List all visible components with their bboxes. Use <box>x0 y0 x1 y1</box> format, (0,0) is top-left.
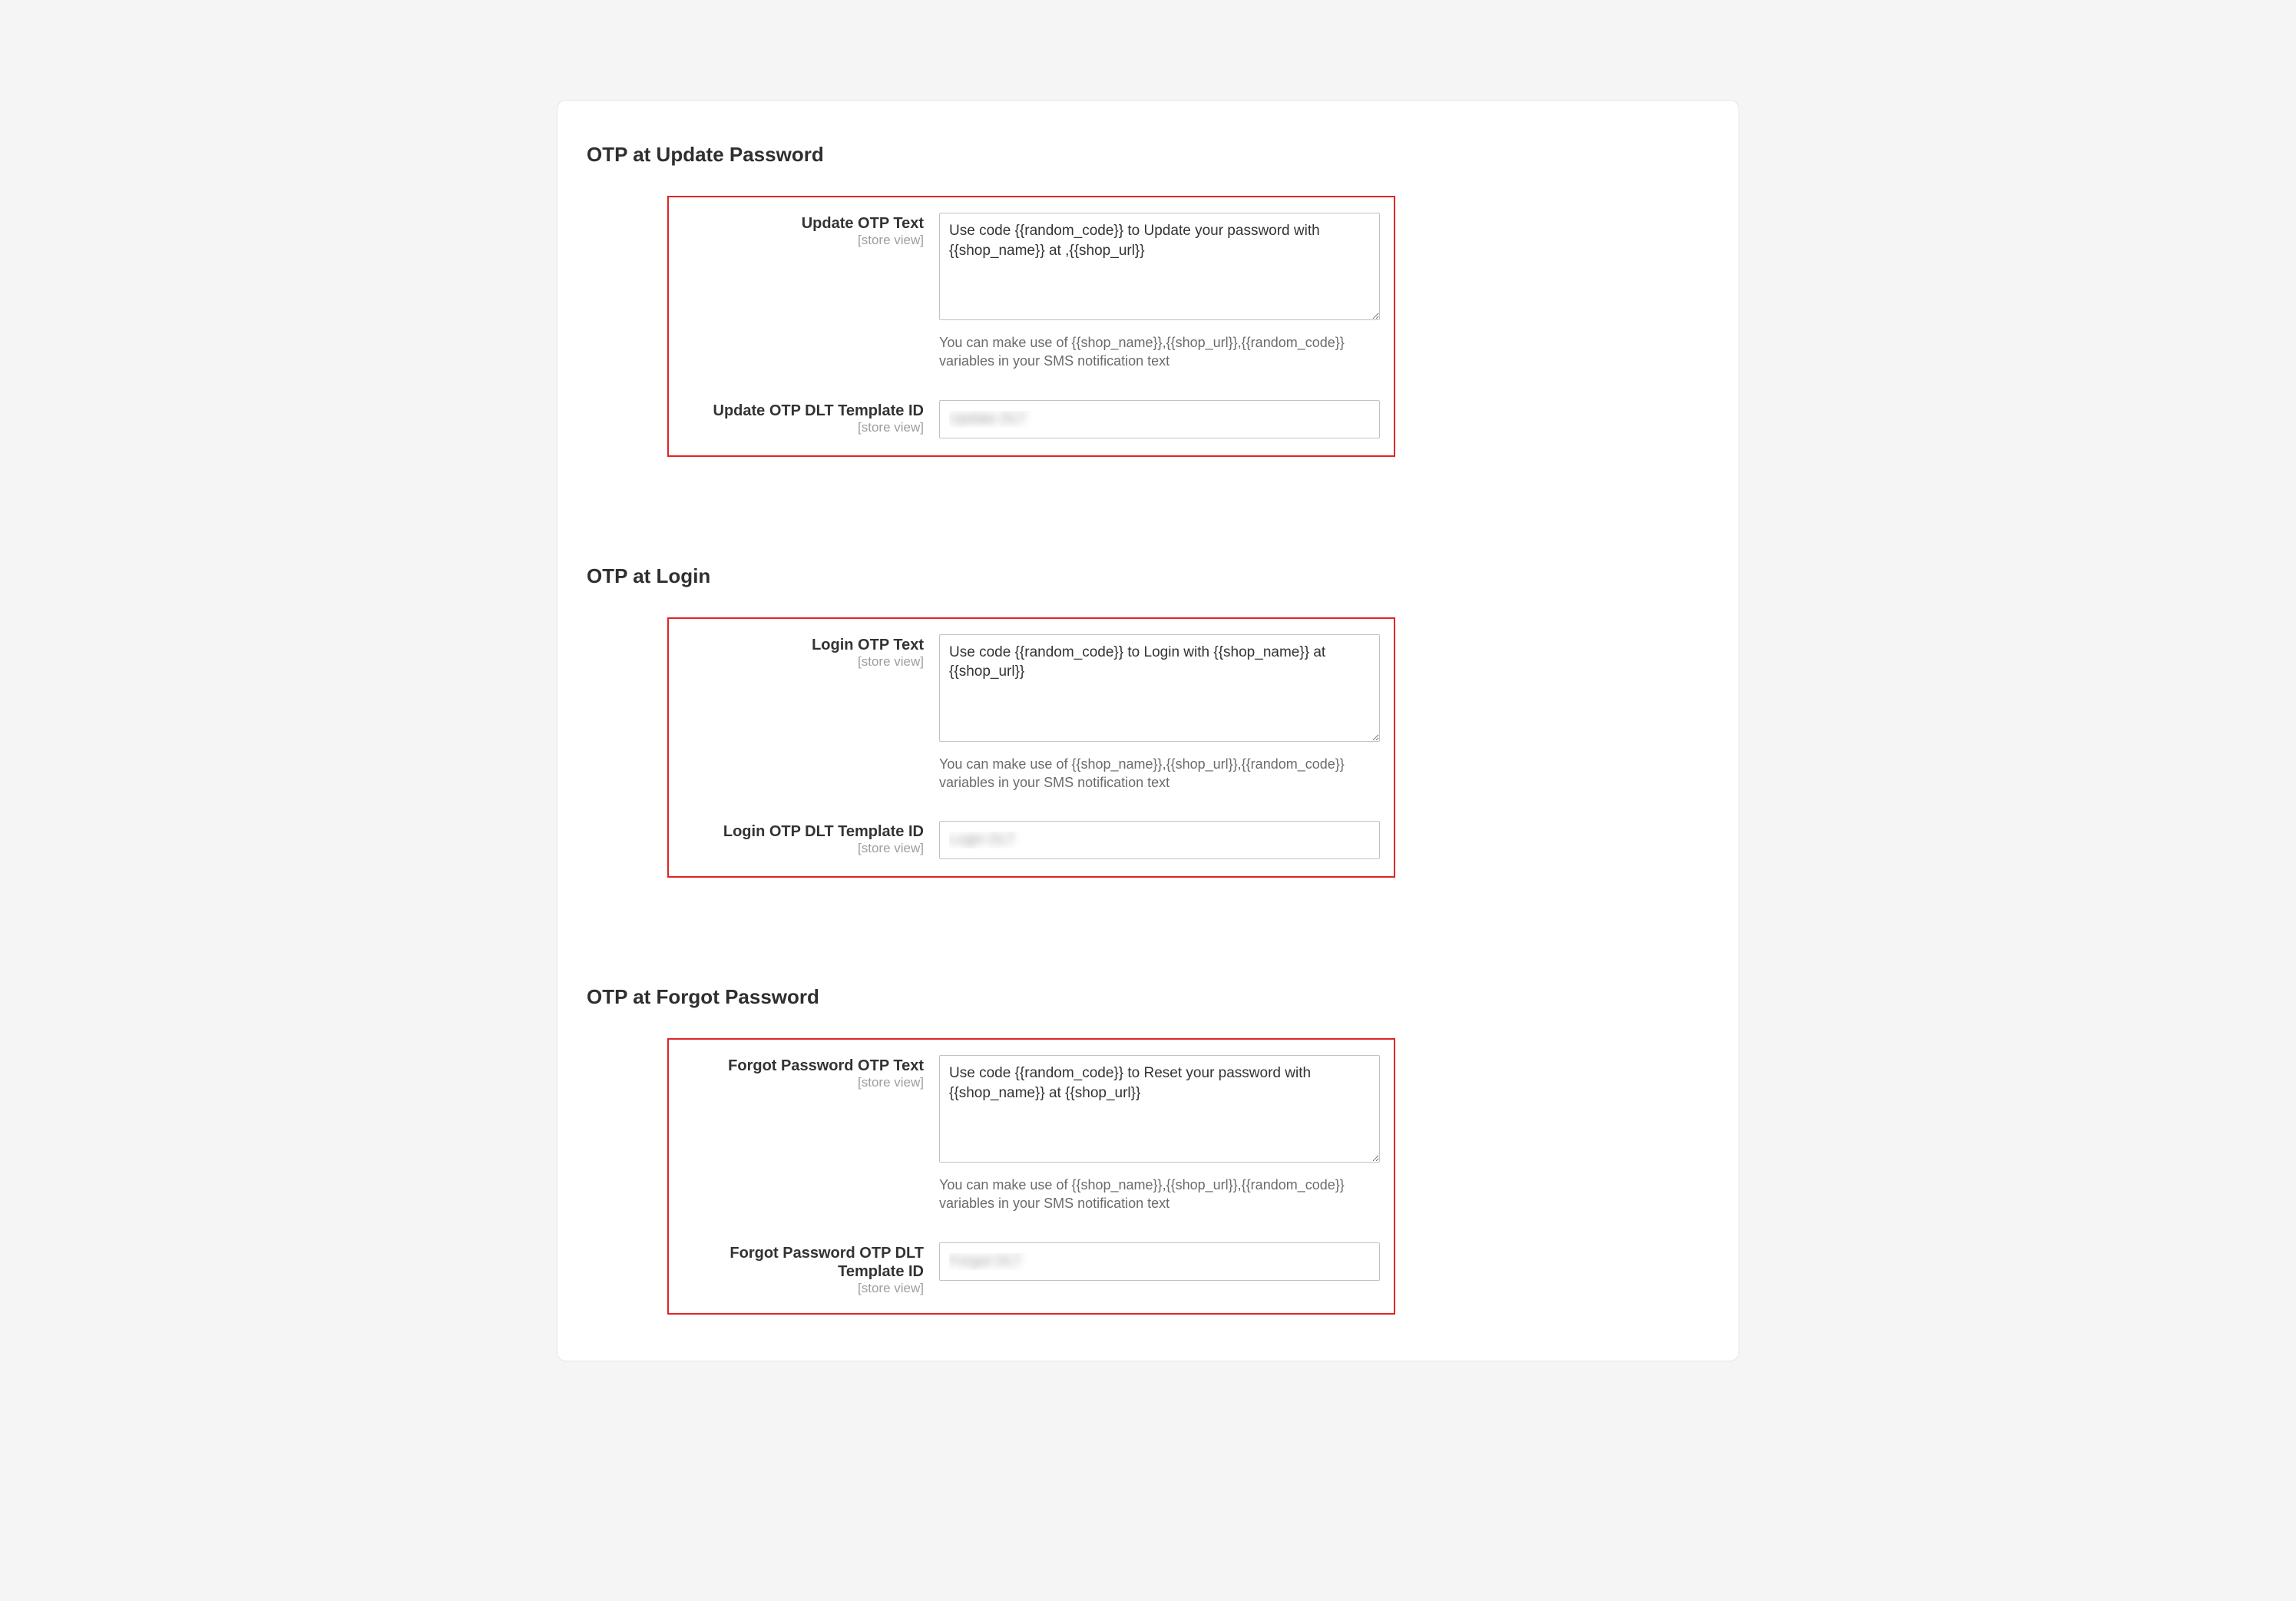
section-title: OTP at Forgot Password <box>587 985 1709 1009</box>
forgot-otp-text-input[interactable] <box>939 1055 1380 1163</box>
highlight-box: Update OTP Text [store view] You can mak… <box>667 196 1395 457</box>
field-row-update-otp-text: Update OTP Text [store view] You can mak… <box>680 213 1383 371</box>
login-otp-text-input[interactable] <box>939 634 1380 742</box>
input-col <box>939 821 1383 859</box>
field-label: Login OTP DLT Template ID <box>680 822 924 841</box>
section-title: OTP at Login <box>587 564 1709 588</box>
section-otp-login: OTP at Login Login OTP Text [store view]… <box>587 564 1709 878</box>
input-col: You can make use of {{shop_name}},{{shop… <box>939 1055 1383 1213</box>
field-hint: You can make use of {{shop_name}},{{shop… <box>939 333 1380 371</box>
forgot-dlt-template-id-input[interactable] <box>939 1242 1380 1281</box>
field-row-forgot-otp-text: Forgot Password OTP Text [store view] Yo… <box>680 1055 1383 1213</box>
highlight-box: Forgot Password OTP Text [store view] Yo… <box>667 1038 1395 1315</box>
section-title: OTP at Update Password <box>587 143 1709 167</box>
field-scope: [store view] <box>680 1281 924 1296</box>
field-label: Update OTP Text <box>680 214 924 233</box>
label-col: Update OTP Text [store view] <box>680 213 939 371</box>
field-label: Forgot Password OTP Text <box>680 1057 924 1075</box>
highlight-box: Login OTP Text [store view] You can make… <box>667 617 1395 878</box>
field-scope: [store view] <box>680 233 924 248</box>
field-row-forgot-dlt-id: Forgot Password OTP DLT Template ID [sto… <box>680 1242 1383 1296</box>
input-col: You can make use of {{shop_name}},{{shop… <box>939 634 1383 792</box>
update-otp-text-input[interactable] <box>939 213 1380 320</box>
field-scope: [store view] <box>680 654 924 670</box>
field-label: Login OTP Text <box>680 636 924 654</box>
field-label: Update OTP DLT Template ID <box>680 402 924 420</box>
field-label: Forgot Password OTP DLT Template ID <box>680 1244 924 1281</box>
label-col: Login OTP Text [store view] <box>680 634 939 792</box>
input-col: You can make use of {{shop_name}},{{shop… <box>939 213 1383 371</box>
section-otp-forgot-password: OTP at Forgot Password Forgot Password O… <box>587 985 1709 1315</box>
update-dlt-template-id-input[interactable] <box>939 400 1380 438</box>
label-col: Login OTP DLT Template ID [store view] <box>680 821 939 859</box>
label-col: Forgot Password OTP DLT Template ID [sto… <box>680 1242 939 1296</box>
field-scope: [store view] <box>680 420 924 435</box>
field-hint: You can make use of {{shop_name}},{{shop… <box>939 755 1380 792</box>
field-hint: You can make use of {{shop_name}},{{shop… <box>939 1176 1380 1213</box>
input-col <box>939 400 1383 438</box>
field-scope: [store view] <box>680 841 924 856</box>
field-row-update-dlt-id: Update OTP DLT Template ID [store view] <box>680 400 1383 438</box>
field-row-login-otp-text: Login OTP Text [store view] You can make… <box>680 634 1383 792</box>
section-otp-update-password: OTP at Update Password Update OTP Text [… <box>587 143 1709 457</box>
login-dlt-template-id-input[interactable] <box>939 821 1380 859</box>
label-col: Update OTP DLT Template ID [store view] <box>680 400 939 438</box>
input-col <box>939 1242 1383 1296</box>
field-scope: [store view] <box>680 1075 924 1090</box>
field-row-login-dlt-id: Login OTP DLT Template ID [store view] <box>680 821 1383 859</box>
label-col: Forgot Password OTP Text [store view] <box>680 1055 939 1213</box>
settings-card: OTP at Update Password Update OTP Text [… <box>557 100 1739 1361</box>
